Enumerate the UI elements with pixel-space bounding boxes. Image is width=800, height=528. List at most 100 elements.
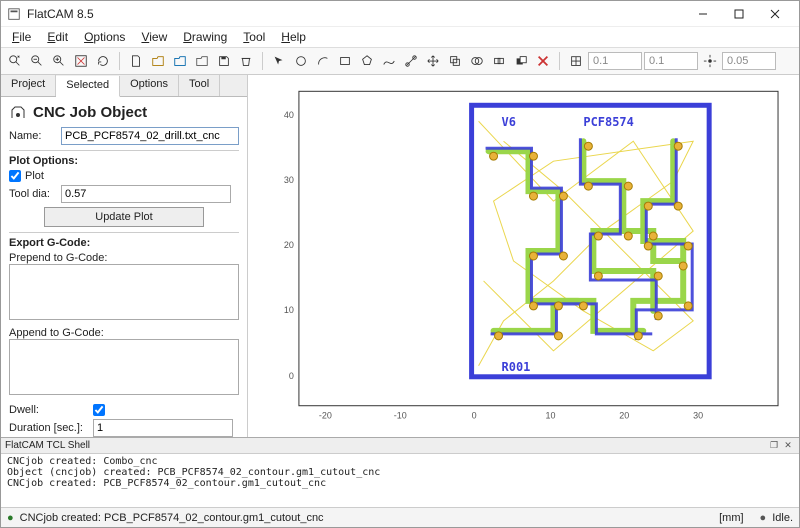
- open-gerber-icon[interactable]: [148, 51, 168, 71]
- zoom-fit-icon[interactable]: [5, 51, 25, 71]
- svg-text:10: 10: [545, 411, 555, 421]
- draw-circle-icon[interactable]: [291, 51, 311, 71]
- panel-tabs: Project Selected Options Tool: [1, 75, 247, 97]
- menubar: File Edit Options View Drawing Tool Help: [1, 27, 799, 47]
- svg-text:-20: -20: [319, 411, 332, 421]
- shell-undock-icon[interactable]: ❐: [767, 440, 781, 452]
- plot-checkbox[interactable]: [9, 170, 21, 182]
- open-excellon-icon[interactable]: [170, 51, 190, 71]
- app-icon: [7, 7, 21, 21]
- save-icon[interactable]: [214, 51, 234, 71]
- zoom-in-icon[interactable]: [49, 51, 69, 71]
- shell-title: FlatCAM TCL Shell: [5, 440, 90, 451]
- cncjob-icon: [9, 103, 27, 121]
- intersect-icon[interactable]: [489, 51, 509, 71]
- menu-view[interactable]: View: [134, 28, 174, 46]
- maximize-button[interactable]: [721, 3, 757, 25]
- tab-project[interactable]: Project: [1, 75, 56, 96]
- menu-edit[interactable]: Edit: [40, 28, 75, 46]
- svg-text:R001: R001: [502, 360, 531, 374]
- update-plot-button[interactable]: Update Plot: [44, 207, 204, 227]
- append-label: Append to G-Code:: [9, 327, 239, 339]
- titlebar: FlatCAM 8.5: [1, 1, 799, 27]
- prepend-label: Prepend to G-Code:: [9, 252, 239, 264]
- svg-text:0: 0: [472, 411, 477, 421]
- copy-icon[interactable]: [445, 51, 465, 71]
- grid-y-input[interactable]: [644, 52, 698, 70]
- clear-plot-icon[interactable]: [71, 51, 91, 71]
- svg-text:0: 0: [289, 371, 294, 381]
- menu-drawing[interactable]: Drawing: [176, 28, 234, 46]
- menu-options[interactable]: Options: [77, 28, 132, 46]
- duration-label: Duration [sec.]:: [9, 422, 89, 434]
- status-units: [mm]: [719, 512, 743, 524]
- window-title: FlatCAM 8.5: [27, 7, 685, 21]
- tab-tool[interactable]: Tool: [179, 75, 220, 96]
- union-icon[interactable]: [467, 51, 487, 71]
- svg-text:PCF8574: PCF8574: [583, 115, 633, 129]
- move-icon[interactable]: [423, 51, 443, 71]
- replot-icon[interactable]: [93, 51, 113, 71]
- snap-icon[interactable]: [700, 51, 720, 71]
- duration-input[interactable]: [93, 419, 233, 437]
- svg-text:-10: -10: [394, 411, 407, 421]
- tool-dia-label: Tool dia:: [9, 188, 57, 200]
- minimize-button[interactable]: [685, 3, 721, 25]
- prepend-textarea[interactable]: [9, 264, 239, 320]
- state-icon: ●: [760, 512, 767, 524]
- toolbar-separator: [262, 52, 263, 70]
- cut-path-icon[interactable]: [401, 51, 421, 71]
- export-gcode-label: Export G-Code:: [9, 237, 239, 249]
- plot-label: Plot: [25, 170, 44, 182]
- zoom-out-icon[interactable]: [27, 51, 47, 71]
- dwell-checkbox[interactable]: [93, 404, 105, 416]
- toolbar-separator: [559, 52, 560, 70]
- dwell-label: Dwell:: [9, 404, 89, 416]
- close-button[interactable]: [757, 3, 793, 25]
- snap-input[interactable]: [722, 52, 776, 70]
- open-gcode-icon[interactable]: [192, 51, 212, 71]
- svg-text:30: 30: [693, 411, 703, 421]
- delete-shape-icon[interactable]: [533, 51, 553, 71]
- name-input[interactable]: [61, 127, 239, 145]
- grid-icon[interactable]: [566, 51, 586, 71]
- shell-output[interactable]: CNCjob created: Combo_cnc Object (cncjob…: [1, 454, 799, 507]
- tab-selected[interactable]: Selected: [56, 76, 120, 97]
- draw-polygon-icon[interactable]: [357, 51, 377, 71]
- shell-close-icon[interactable]: ✕: [781, 440, 795, 452]
- svg-text:30: 30: [284, 175, 294, 185]
- status-state: Idle.: [772, 512, 793, 524]
- svg-text:20: 20: [619, 411, 629, 421]
- menu-tool[interactable]: Tool: [236, 28, 272, 46]
- menu-help[interactable]: Help: [274, 28, 313, 46]
- delete-icon[interactable]: [236, 51, 256, 71]
- status-icon: ●: [7, 512, 14, 524]
- side-panel: Project Selected Options Tool CNC Job Ob…: [1, 75, 248, 437]
- draw-path-icon[interactable]: [379, 51, 399, 71]
- plot-canvas[interactable]: -20 -10 0 10 20 30 0 10 20 30 40: [248, 75, 799, 437]
- draw-rect-icon[interactable]: [335, 51, 355, 71]
- svg-text:10: 10: [284, 305, 294, 315]
- status-text: CNCjob created: PCB_PCF8574_02_contour.g…: [20, 512, 324, 524]
- tab-options[interactable]: Options: [120, 75, 179, 96]
- tool-dia-input[interactable]: [61, 185, 231, 203]
- svg-text:V6: V6: [502, 115, 516, 129]
- subtract-icon[interactable]: [511, 51, 531, 71]
- append-textarea[interactable]: [9, 339, 239, 395]
- panel-title: CNC Job Object: [33, 104, 147, 121]
- grid-x-input[interactable]: [588, 52, 642, 70]
- x-axis: -20 -10 0 10 20 30: [319, 411, 703, 421]
- statusbar: ● CNCjob created: PCB_PCF8574_02_contour…: [1, 507, 799, 527]
- toolbar: [1, 47, 799, 75]
- toolbar-separator: [119, 52, 120, 70]
- y-axis: 0 10 20 30 40: [284, 110, 294, 381]
- svg-text:20: 20: [284, 240, 294, 250]
- plot-options-label: Plot Options:: [9, 155, 239, 167]
- tcl-shell: FlatCAM TCL Shell ❐ ✕ CNCjob created: Co…: [1, 437, 799, 507]
- name-label: Name:: [9, 130, 57, 142]
- draw-arc-icon[interactable]: [313, 51, 333, 71]
- select-icon[interactable]: [269, 51, 289, 71]
- menu-file[interactable]: File: [5, 28, 38, 46]
- new-icon[interactable]: [126, 51, 146, 71]
- svg-text:40: 40: [284, 110, 294, 120]
